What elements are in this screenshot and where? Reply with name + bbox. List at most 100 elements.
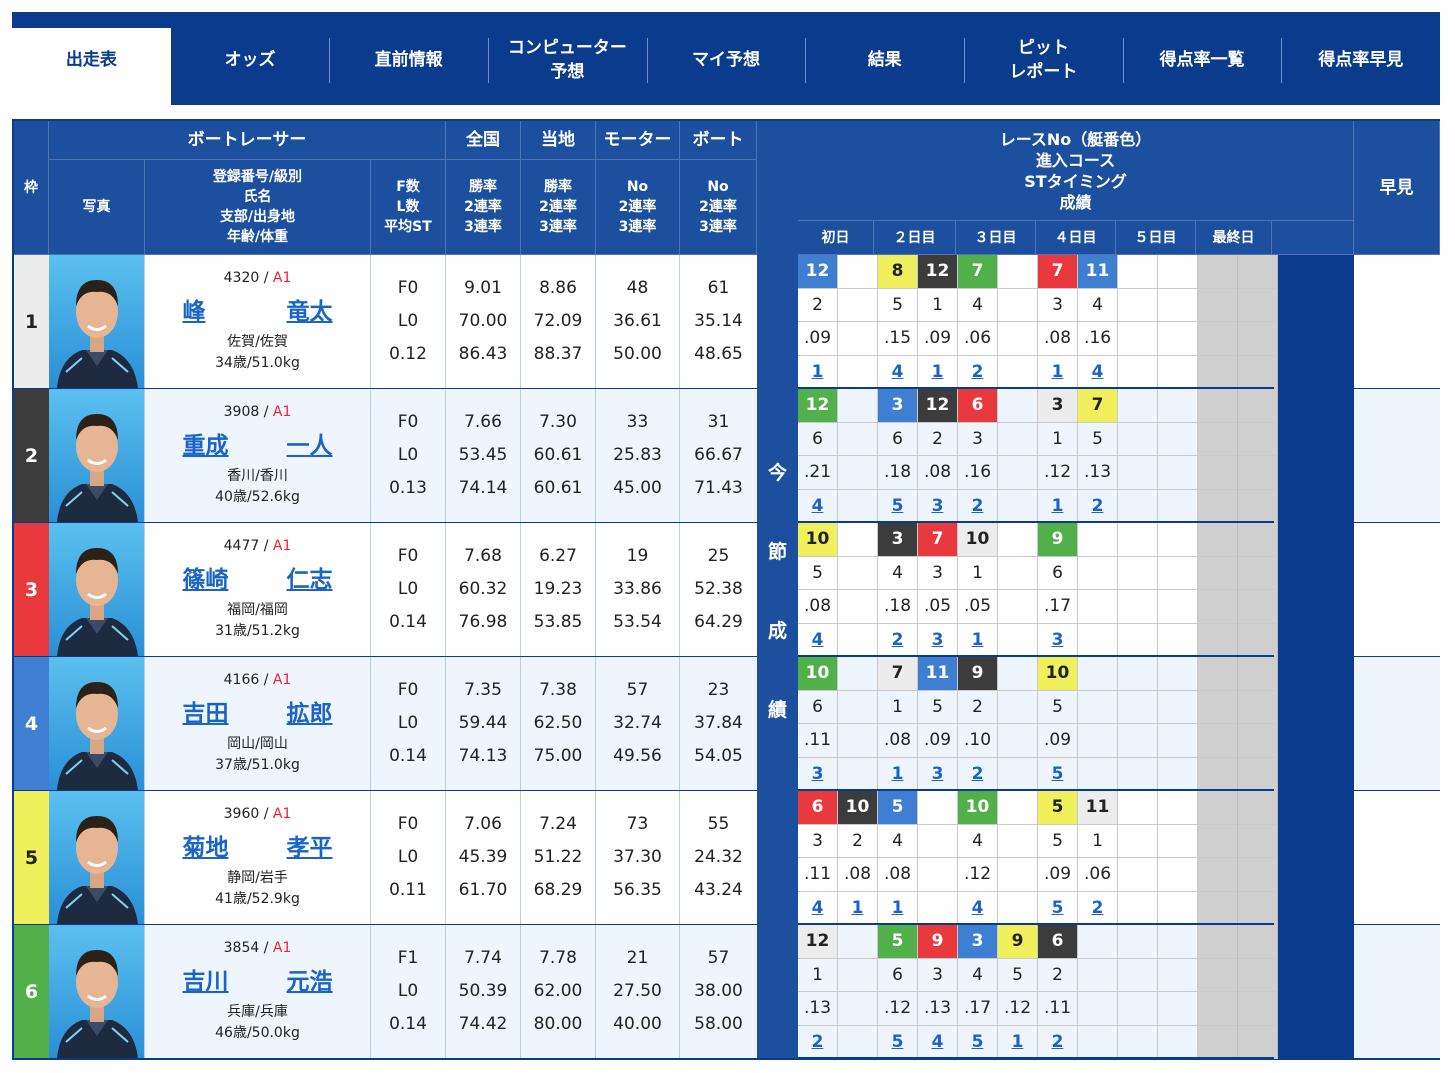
result-rank-link[interactable]: 4 xyxy=(812,630,824,650)
racer-photo xyxy=(49,255,145,388)
boat-stats: 31 66.67 71.43 xyxy=(680,389,757,522)
result-rank-link[interactable]: 3 xyxy=(932,630,944,650)
racer-name-link[interactable]: 篠崎 仁志 xyxy=(183,560,333,594)
rate3: 53.85 xyxy=(533,612,583,632)
st-timing: .12 xyxy=(998,992,1038,1026)
result-rank-link[interactable]: 3 xyxy=(932,764,944,784)
result-rank-link[interactable]: 2 xyxy=(1092,496,1104,516)
tab-8[interactable]: 得点率早見 xyxy=(1281,28,1440,105)
tab-2[interactable]: 直前情報 xyxy=(329,28,488,105)
result-rank-link[interactable]: 1 xyxy=(932,362,944,382)
tab-0[interactable]: 出走表 xyxy=(12,28,171,105)
result-rank-link[interactable]: 4 xyxy=(972,898,984,918)
result-rank-link[interactable]: 1 xyxy=(812,362,824,382)
result-rank-link[interactable]: 5 xyxy=(1052,898,1064,918)
result-rank-link[interactable]: 4 xyxy=(812,898,824,918)
result-cell-empty xyxy=(838,489,878,523)
racer-name-link[interactable]: 峰 竜太 xyxy=(183,292,333,326)
result-rank-link[interactable]: 4 xyxy=(812,496,824,516)
racer-photo-svg xyxy=(56,548,138,656)
rate2: 35.14 xyxy=(694,311,743,331)
result-cell-empty xyxy=(838,724,878,758)
tab-1[interactable]: オッズ xyxy=(171,28,330,105)
result-cell-empty xyxy=(838,255,878,289)
result-rank-link[interactable]: 1 xyxy=(972,630,984,650)
fl-stats: F0 L0 0.11 xyxy=(371,791,446,924)
race-number: 3 xyxy=(878,523,918,557)
result-rank-link[interactable]: 4 xyxy=(892,362,904,382)
fl-stats: F0 L0 0.14 xyxy=(371,523,446,656)
tab-7[interactable]: 得点率一覧 xyxy=(1122,28,1282,105)
race-number: 12 xyxy=(918,389,958,423)
result-rank-link[interactable]: 5 xyxy=(892,1032,904,1052)
result-cell-empty xyxy=(1158,456,1198,490)
reg-class: 3908 / A1 xyxy=(223,403,292,420)
rate3: 75.00 xyxy=(533,746,583,766)
result-rank: 3 xyxy=(918,489,958,523)
tab-4[interactable]: マイ予想 xyxy=(646,28,806,105)
result-cell-empty xyxy=(1238,422,1278,456)
result-cell-empty xyxy=(1238,891,1278,925)
result-cell-empty xyxy=(1158,824,1198,858)
entry-course: 5 xyxy=(1078,422,1118,456)
rate3: 74.42 xyxy=(458,1014,508,1034)
result-rank-link[interactable]: 3 xyxy=(932,496,944,516)
result-rank-link[interactable]: 2 xyxy=(892,630,904,650)
result-rank-link[interactable]: 2 xyxy=(972,764,984,784)
result-cell-empty xyxy=(998,858,1038,892)
result-rank-link[interactable]: 1 xyxy=(892,764,904,784)
zenkoku-stats: 7.06 45.39 61.70 xyxy=(446,791,521,924)
age-weight: 40歳/52.6kg xyxy=(215,488,300,505)
result-rank-link[interactable]: 1 xyxy=(1052,496,1064,516)
racer-name-link[interactable]: 吉川 元浩 xyxy=(183,962,333,996)
boat-stats: 55 24.32 43.24 xyxy=(680,791,757,924)
result-rank-link[interactable]: 4 xyxy=(932,1032,944,1052)
racer-name-link[interactable]: 菊地 孝平 xyxy=(183,828,333,862)
result-rank-link[interactable]: 5 xyxy=(892,496,904,516)
result-rank-link[interactable]: 4 xyxy=(1092,362,1104,382)
tab-5[interactable]: 結果 xyxy=(805,28,964,105)
result-rank-link[interactable]: 1 xyxy=(1052,362,1064,382)
result-rank-link[interactable]: 1 xyxy=(852,898,864,918)
racer-name-link[interactable]: 吉田 拡郎 xyxy=(183,694,333,728)
result-rank: 3 xyxy=(1038,623,1078,657)
result-rank-link[interactable]: 5 xyxy=(1052,764,1064,784)
result-rank-link[interactable]: 5 xyxy=(972,1032,984,1052)
result-rank: 1 xyxy=(958,623,998,657)
result-cell-empty xyxy=(1118,590,1158,624)
result-rank-link[interactable]: 1 xyxy=(892,898,904,918)
result-rank-link[interactable]: 3 xyxy=(1052,630,1064,650)
f-count: F0 xyxy=(397,814,419,834)
result-rank: 4 xyxy=(798,489,838,523)
result-cell-empty xyxy=(1198,355,1238,389)
st-timing: .09 xyxy=(918,724,958,758)
tab-label: マイ予想 xyxy=(692,49,761,70)
rate3: 74.14 xyxy=(458,478,508,498)
st-timing: .21 xyxy=(798,456,838,490)
win-rate: 7.74 xyxy=(464,948,502,968)
entry-course: 3 xyxy=(798,824,838,858)
result-cell-empty xyxy=(1238,724,1278,758)
result-rank-link[interactable]: 1 xyxy=(1012,1032,1024,1052)
result-rank: 2 xyxy=(1078,891,1118,925)
tab-3[interactable]: コンピューター 予想 xyxy=(488,28,647,105)
race-number: 7 xyxy=(918,523,958,557)
result-rank-link[interactable]: 2 xyxy=(972,362,984,382)
result-cell-empty xyxy=(998,824,1038,858)
st-timing: .11 xyxy=(1038,992,1078,1026)
racer-row: 3960 / A1 菊地 孝平 静岡/岩手 41歳/52.9kg F0 L0 0.11… xyxy=(49,791,757,925)
race-number: 5 xyxy=(878,791,918,825)
tab-6[interactable]: ピット レポート xyxy=(964,28,1123,105)
result-rank-link[interactable]: 3 xyxy=(812,764,824,784)
racer-name-link[interactable]: 重成 一人 xyxy=(183,426,333,460)
result-cell-empty xyxy=(1238,657,1278,691)
result-rank: 1 xyxy=(1038,355,1078,389)
result-rank-link[interactable]: 2 xyxy=(812,1032,824,1052)
result-cell-empty xyxy=(1078,757,1118,791)
result-rank-link[interactable]: 2 xyxy=(1052,1032,1064,1052)
result-rank-link[interactable]: 2 xyxy=(1092,898,1104,918)
result-rank-link[interactable]: 2 xyxy=(972,496,984,516)
racer-photo-svg xyxy=(56,950,138,1058)
result-cell-empty xyxy=(838,690,878,724)
motor-stats: 73 37.30 56.35 xyxy=(596,791,680,924)
